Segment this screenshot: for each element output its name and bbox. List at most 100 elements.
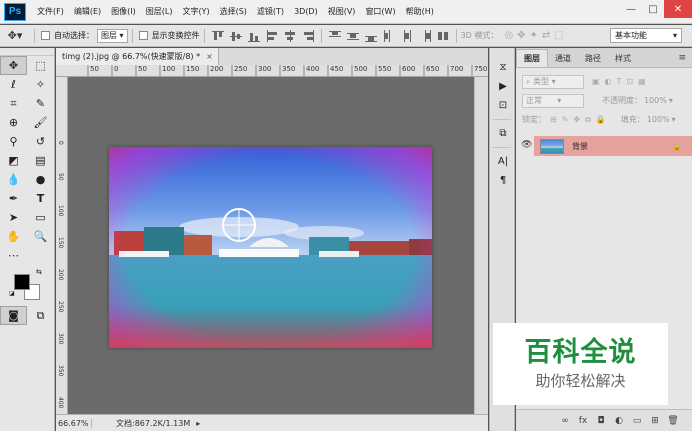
tab-channels[interactable]: 通道	[548, 49, 578, 67]
eraser-tool-icon[interactable]: ◩	[0, 151, 27, 170]
distribute-top-icon[interactable]	[328, 29, 342, 43]
move-tool-preset-icon[interactable]: ✥▾	[0, 26, 30, 46]
quick-mask-icon[interactable]: ◙	[0, 306, 27, 325]
eyedropper-icon[interactable]: ✎	[27, 94, 54, 113]
tab-styles[interactable]: 样式	[608, 49, 638, 67]
visibility-eye-icon[interactable]: 👁	[521, 140, 532, 150]
layer-style-icon[interactable]: fx	[574, 414, 592, 428]
opacity-value[interactable]: 100%	[644, 96, 667, 105]
show-transform-checkbox[interactable]	[138, 31, 148, 40]
zoom-level-field[interactable]: 66.67%	[56, 418, 92, 428]
menu-3d[interactable]: 3D(D)	[289, 0, 323, 24]
adjustment-layer-icon[interactable]: ◐	[610, 414, 628, 428]
3d-mode-icons: ◎✥✦⇄⬚	[504, 30, 568, 41]
auto-select-checkbox[interactable]	[41, 31, 50, 40]
panel-menu-icon[interactable]: ≡	[678, 53, 686, 63]
gradient-tool-icon[interactable]: ▤	[27, 151, 54, 170]
layer-filter-dropdown[interactable]: ⌕ 类型 ▾	[522, 74, 584, 89]
default-colors-icon[interactable]: ◪	[9, 290, 15, 297]
document-tab[interactable]: timg (2).jpg @ 66.7%(快速蒙版/8) * ×	[56, 48, 219, 65]
menu-help[interactable]: 帮助(H)	[401, 0, 439, 24]
paragraph-panel-icon[interactable]: ¶	[490, 171, 516, 190]
tab-paths[interactable]: 路径	[578, 49, 608, 67]
new-layer-icon[interactable]: ⊞	[646, 414, 664, 428]
blur-tool-icon[interactable]: 💧	[0, 170, 27, 189]
distribute-left-icon[interactable]	[382, 29, 396, 43]
toolbox-grip[interactable]	[0, 48, 54, 56]
align-bottom-icon[interactable]	[247, 29, 261, 43]
more-tools-icon[interactable]: ⋯	[0, 246, 27, 265]
distribute-vcenter-icon[interactable]	[346, 29, 360, 43]
type-tool-icon[interactable]: T	[27, 189, 54, 208]
vertical-scrollbar[interactable]	[474, 77, 488, 414]
distribute-hcenter-icon[interactable]	[400, 29, 414, 43]
screen-mode-icon[interactable]: ⧉	[27, 306, 54, 325]
chevron-down-icon[interactable]: ▾	[672, 115, 676, 124]
healing-brush-icon[interactable]: ⊕	[0, 113, 27, 132]
fill-value[interactable]: 100%	[647, 115, 670, 124]
hand-tool-icon[interactable]: ✋	[0, 227, 27, 246]
canvas-area[interactable]	[68, 77, 474, 414]
pen-tool-icon[interactable]: ✒	[0, 189, 27, 208]
document-image[interactable]	[109, 147, 432, 348]
menu-view[interactable]: 视图(V)	[323, 0, 361, 24]
distribute-right-icon[interactable]	[418, 29, 432, 43]
menu-select[interactable]: 选择(S)	[215, 0, 252, 24]
lasso-tool-icon[interactable]: ℓ	[0, 75, 27, 94]
search-icon: ⌕	[526, 76, 534, 86]
minimize-button[interactable]: —	[620, 0, 642, 18]
lock-icons[interactable]: ⊞✎✥⧉🔒	[550, 115, 611, 125]
close-button[interactable]: ✕	[664, 0, 692, 18]
workspace-dropdown[interactable]: 基本功能 ▾	[610, 28, 682, 43]
tab-layers[interactable]: 图层	[516, 49, 548, 67]
history-brush-icon[interactable]: ↺	[27, 132, 54, 151]
marquee-tool-icon[interactable]: ⬚	[27, 56, 54, 75]
align-hcenter-icon[interactable]	[283, 29, 297, 43]
foreground-color-swatch[interactable]	[14, 274, 30, 290]
maximize-button[interactable]: □	[642, 0, 664, 18]
character-panel-icon[interactable]: A|	[490, 152, 516, 171]
status-menu-icon[interactable]: ▸	[196, 419, 200, 428]
new-group-icon[interactable]: ▭	[628, 414, 646, 428]
align-vcenter-icon[interactable]	[229, 29, 243, 43]
dodge-tool-icon[interactable]: ●	[27, 170, 54, 189]
menu-window[interactable]: 窗口(W)	[360, 0, 400, 24]
close-icon[interactable]: ×	[206, 52, 213, 61]
distribute-bottom-icon[interactable]	[364, 29, 378, 43]
path-select-icon[interactable]: ➤	[0, 208, 27, 227]
swap-colors-icon[interactable]: ⇆	[36, 268, 42, 276]
auto-align-icon[interactable]	[436, 29, 450, 43]
menu-layer[interactable]: 图层(L)	[141, 0, 178, 24]
clone-source-panel-icon[interactable]: ⧉	[490, 124, 516, 143]
shape-tool-icon[interactable]: ▭	[27, 208, 54, 227]
ruler-left[interactable]: 0 50 100 150 200 250 300 350 400	[56, 77, 68, 414]
document-size-info: 文档:867.2K/1.13M	[116, 418, 191, 428]
menu-edit[interactable]: 编辑(E)	[69, 0, 106, 24]
adjustments-panel-icon[interactable]: ⊡	[490, 96, 516, 115]
menu-image[interactable]: 图像(I)	[106, 0, 141, 24]
history-panel-icon[interactable]: ⧖	[490, 58, 516, 77]
chevron-down-icon[interactable]: ▾	[669, 96, 673, 105]
layer-row-background[interactable]: 背景 🔒	[534, 136, 692, 156]
brush-tool-icon[interactable]: 🖌	[27, 113, 54, 132]
magic-wand-icon[interactable]: ✧	[27, 75, 54, 94]
delete-layer-icon[interactable]: 🗑	[664, 414, 682, 428]
menu-type[interactable]: 文字(Y)	[177, 0, 214, 24]
crop-tool-icon[interactable]: ⌗	[0, 94, 27, 113]
auto-select-dropdown[interactable]: 图层 ▾	[97, 28, 128, 43]
ruler-top[interactable]: 50 0 50 100 150 200 250 300 350 400 450 500 550 600 65…	[56, 65, 488, 77]
align-right-icon[interactable]	[301, 29, 315, 43]
3d-mode-label: 3D 模式：	[460, 31, 499, 40]
align-top-icon[interactable]	[211, 29, 225, 43]
add-mask-icon[interactable]: ◘	[592, 414, 610, 428]
actions-panel-icon[interactable]: ▶	[490, 77, 516, 96]
zoom-tool-icon[interactable]: 🔍	[27, 227, 54, 246]
menu-file[interactable]: 文件(F)	[32, 0, 69, 24]
menu-filter[interactable]: 滤镜(T)	[252, 0, 289, 24]
link-layers-icon[interactable]: ∞	[556, 414, 574, 428]
move-tool-icon[interactable]: ✥	[0, 56, 27, 75]
clone-stamp-icon[interactable]: ⚲	[0, 132, 27, 151]
blend-mode-dropdown[interactable]: 正常 ▾	[522, 93, 584, 108]
align-left-icon[interactable]	[265, 29, 279, 43]
document-tab-title: timg (2).jpg @ 66.7%(快速蒙版/8) *	[62, 52, 201, 61]
